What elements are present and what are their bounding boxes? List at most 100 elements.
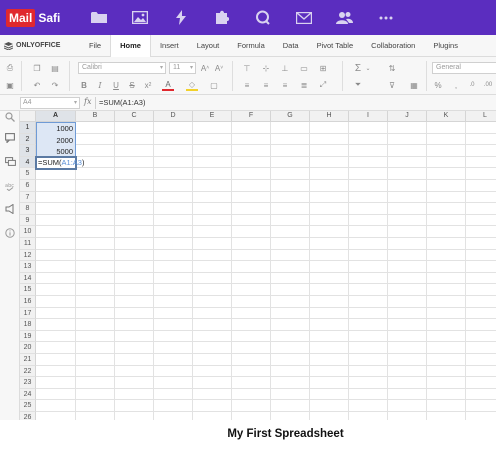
borders-icon[interactable]: ▢ <box>208 79 220 91</box>
cell-a4-formula[interactable]: =SUM(A1:A3) <box>38 158 84 167</box>
menu-pivot-table[interactable]: Pivot Table <box>308 35 363 57</box>
row-header-15[interactable]: 15 <box>20 284 36 296</box>
formula-input[interactable]: =SUM(A1:A3) <box>99 98 145 107</box>
align-top-icon[interactable]: ⊤ <box>241 62 253 74</box>
cell-a3[interactable]: 5000 <box>37 147 73 156</box>
column-header-e[interactable]: E <box>193 111 232 122</box>
menu-file[interactable]: File <box>80 35 110 57</box>
column-header-l[interactable]: L <box>466 111 496 122</box>
column-header-i[interactable]: I <box>349 111 388 122</box>
row-header-8[interactable]: 8 <box>20 203 36 215</box>
row-header-20[interactable]: 20 <box>20 342 36 354</box>
column-header-h[interactable]: H <box>310 111 349 122</box>
row-header-5[interactable]: 5 <box>20 168 36 180</box>
lightning-icon[interactable] <box>160 0 201 35</box>
row-header-6[interactable]: 6 <box>20 180 36 192</box>
row-header-19[interactable]: 19 <box>20 330 36 343</box>
info-icon[interactable] <box>4 227 16 239</box>
row-header-14[interactable]: 14 <box>20 272 36 285</box>
puzzle-icon[interactable] <box>201 0 242 35</box>
spellcheck-icon[interactable]: abc <box>4 180 16 192</box>
number-format-select[interactable]: General <box>432 62 496 74</box>
increase-decimal-icon[interactable]: .0 <box>466 79 478 91</box>
named-range-icon[interactable]: ▦ <box>408 79 420 91</box>
row-header-2[interactable]: 2 <box>20 133 36 146</box>
increase-font-icon[interactable]: A ˄ <box>199 62 211 74</box>
users-icon[interactable] <box>324 0 365 35</box>
menu-plugins[interactable]: Plugins <box>424 35 467 57</box>
row-header-9[interactable]: 9 <box>20 214 36 227</box>
font-name-select[interactable]: Calibri ▾ <box>78 62 166 74</box>
row-header-13[interactable]: 13 <box>20 261 36 273</box>
copy-icon[interactable]: ❐ <box>31 62 43 74</box>
menu-data[interactable]: Data <box>274 35 308 57</box>
mailsafi-logo[interactable]: Mail Safi <box>6 8 60 28</box>
cell-a2[interactable]: 2000 <box>37 136 73 145</box>
row-header-4[interactable]: 4 <box>20 156 36 169</box>
redo-icon[interactable]: ↷ <box>49 79 61 91</box>
row-header-21[interactable]: 21 <box>20 354 36 366</box>
row-header-22[interactable]: 22 <box>20 365 36 378</box>
column-header-g[interactable]: G <box>271 111 310 122</box>
column-header-f[interactable]: F <box>232 111 271 122</box>
row-header-12[interactable]: 12 <box>20 249 36 262</box>
merge-icon[interactable]: ⊞ <box>317 62 329 74</box>
more-icon[interactable] <box>365 0 406 35</box>
column-header-j[interactable]: J <box>388 111 427 122</box>
align-bottom-icon[interactable]: ⊥ <box>279 62 291 74</box>
row-header-7[interactable]: 7 <box>20 191 36 204</box>
chevron-down-icon[interactable]: ⌄ <box>362 62 374 74</box>
subscript-icon[interactable]: x2 <box>142 79 154 91</box>
decrease-font-icon[interactable]: A ˅ <box>213 62 225 74</box>
sort-icon[interactable]: ⇅ <box>386 62 398 74</box>
menu-home[interactable]: Home <box>110 34 151 57</box>
font-size-select[interactable]: 11 ▾ <box>169 62 196 74</box>
menu-formula[interactable]: Formula <box>228 35 274 57</box>
column-header-c[interactable]: C <box>115 111 154 122</box>
column-header-k[interactable]: K <box>427 111 466 122</box>
row-header-24[interactable]: 24 <box>20 388 36 401</box>
row-header-1[interactable]: 1 <box>20 122 36 134</box>
row-header-16[interactable]: 16 <box>20 296 36 308</box>
bold-icon[interactable]: B <box>78 79 90 91</box>
align-center-icon[interactable]: ≡ <box>260 79 272 91</box>
row-header-26[interactable]: 26 <box>20 412 36 420</box>
menu-layout[interactable]: Layout <box>188 35 229 57</box>
chat-icon[interactable] <box>4 156 16 168</box>
comment-icon[interactable] <box>4 132 16 144</box>
row-header-3[interactable]: 3 <box>20 145 36 157</box>
filter-icon[interactable]: ⏷ <box>352 79 364 91</box>
text-orientation-icon[interactable]: ⤢ <box>317 79 329 91</box>
chat-icon[interactable] <box>242 0 283 35</box>
save-icon[interactable]: ▣ <box>4 79 16 91</box>
menu-insert[interactable]: Insert <box>151 35 188 57</box>
align-left-icon[interactable]: ≡ <box>241 79 253 91</box>
row-header-18[interactable]: 18 <box>20 319 36 331</box>
percent-icon[interactable]: % <box>432 79 444 91</box>
name-box[interactable]: A4 ▾ <box>20 97 80 109</box>
fill-color-icon[interactable]: ◇ <box>186 79 198 91</box>
row-header-25[interactable]: 25 <box>20 400 36 412</box>
row-header-23[interactable]: 23 <box>20 377 36 389</box>
column-header-b[interactable]: B <box>76 111 115 122</box>
justify-icon[interactable]: ≣ <box>298 79 310 91</box>
fx-icon[interactable]: fx <box>84 97 91 106</box>
feedback-icon[interactable] <box>4 203 16 215</box>
folder-icon[interactable] <box>78 0 119 35</box>
font-color-icon[interactable]: A <box>162 79 174 91</box>
spreadsheet-grid[interactable]: ABCDEFGHIJKL 1 2 3 4 5 6 7 8 9 10 11 12 13 14 15 16 17 18… <box>20 111 496 420</box>
row-header-10[interactable]: 10 <box>20 226 36 238</box>
search-icon[interactable] <box>4 111 16 123</box>
wrap-text-icon[interactable]: ▭ <box>298 62 310 74</box>
align-right-icon[interactable]: ≡ <box>279 79 291 91</box>
decrease-decimal-icon[interactable]: .00 <box>482 79 494 91</box>
align-middle-icon[interactable]: ⊹ <box>260 62 272 74</box>
row-header-11[interactable]: 11 <box>20 238 36 250</box>
underline-icon[interactable]: U <box>110 79 122 91</box>
clear-filter-icon[interactable]: ⊽ <box>386 79 398 91</box>
italic-icon[interactable]: I <box>94 79 106 91</box>
menu-collaboration[interactable]: Collaboration <box>362 35 424 57</box>
undo-icon[interactable]: ↶ <box>31 79 43 91</box>
image-icon[interactable] <box>119 0 160 35</box>
column-header-d[interactable]: D <box>154 111 193 122</box>
